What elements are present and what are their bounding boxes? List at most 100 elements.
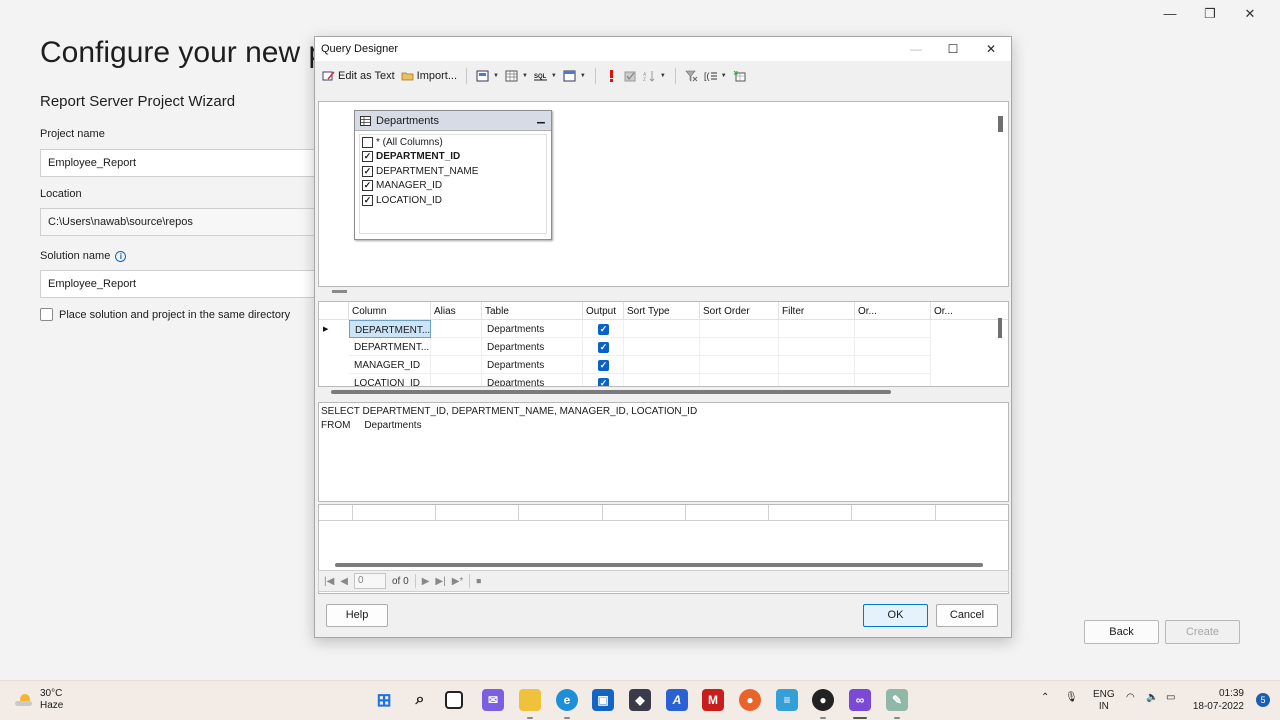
grid-cell-alias[interactable]	[431, 338, 482, 356]
back-button[interactable]: Back	[1084, 620, 1159, 644]
results-horizontal-scrollbar[interactable]	[335, 563, 983, 567]
checkbox-checked-icon[interactable]: ✓	[362, 151, 373, 163]
grid-cell-alias[interactable]	[431, 320, 482, 338]
grid-cell-alias[interactable]	[431, 356, 482, 374]
record-number-input[interactable]: 0	[354, 573, 386, 589]
same-directory-checkbox[interactable]	[40, 308, 53, 321]
minimize-icon[interactable]: —	[1150, 4, 1190, 24]
checkbox-checked-icon[interactable]: ✓	[362, 165, 373, 177]
file-explorer-icon[interactable]	[519, 689, 541, 711]
grid-cell-column[interactable]: LOCATION_ID	[349, 374, 431, 386]
ok-button[interactable]: OK	[863, 604, 928, 627]
grid-horizontal-scrollbar[interactable]	[331, 390, 891, 394]
column-header[interactable]: Sort Type	[624, 302, 700, 320]
output-checkbox-icon[interactable]: ✓	[598, 378, 609, 386]
last-record-icon[interactable]: ▶|	[435, 576, 445, 587]
column-item[interactable]: * (All Columns)	[360, 135, 546, 150]
column-header[interactable]: Or...	[855, 302, 931, 320]
verify-sql-button[interactable]	[621, 66, 640, 86]
column-item[interactable]: ✓ LOCATION_ID	[360, 193, 546, 208]
checkbox-checked-icon[interactable]: ✓	[362, 180, 373, 192]
obs-icon[interactable]: ●	[812, 689, 834, 711]
remove-filter-button[interactable]	[682, 66, 701, 86]
project-name-field[interactable]: Employee_Report	[40, 149, 340, 177]
edge-icon[interactable]: e	[556, 689, 578, 711]
close-icon[interactable]: ✕	[972, 37, 1010, 61]
close-icon[interactable]: ✕	[1230, 4, 1270, 24]
grid-scrollbar-thumb[interactable]	[998, 318, 1002, 338]
cancel-button[interactable]: Cancel	[936, 604, 998, 627]
grid-cell-filter[interactable]	[779, 320, 855, 338]
grid-cell-filter[interactable]	[779, 374, 855, 386]
grid-cell-or[interactable]	[855, 338, 931, 356]
wifi-icon[interactable]: ◠	[1126, 692, 1135, 703]
grid-cell-sort-order[interactable]	[700, 320, 779, 338]
store-icon[interactable]: ▣	[592, 689, 614, 711]
chevron-up-icon[interactable]: ⌃	[1041, 692, 1049, 703]
help-button[interactable]: Help	[326, 604, 388, 627]
info-icon[interactable]: i	[115, 251, 127, 262]
grid-pane-toggle[interactable]: ▼	[502, 66, 531, 86]
add-table-button[interactable]	[730, 66, 749, 86]
column-item[interactable]: ✓ DEPARTMENT_NAME	[360, 164, 546, 179]
same-directory-option[interactable]: Place solution and project in the same d…	[40, 308, 290, 321]
checkbox-checked-icon[interactable]: ✓	[362, 194, 373, 206]
diagram-pane[interactable]: Departments ▁ * (All Columns) ✓ DEPARTMEN…	[318, 101, 1009, 287]
stop-icon[interactable]: ⏹	[476, 576, 481, 587]
grid-cell-column[interactable]: MANAGER_ID	[349, 356, 431, 374]
grid-cell-sort-type[interactable]	[624, 338, 700, 356]
grid-cell-sort-order[interactable]	[700, 374, 779, 386]
import-button[interactable]: Import...	[398, 66, 460, 86]
checkbox[interactable]	[362, 136, 373, 148]
visual-studio-icon[interactable]: ∞	[849, 689, 871, 711]
grid-cell-or[interactable]	[855, 320, 931, 338]
sql-pane-toggle[interactable]: SQL ▼	[531, 66, 560, 86]
output-checkbox-icon[interactable]: ✓	[598, 342, 609, 353]
mcafee-icon[interactable]: M	[702, 689, 724, 711]
create-button[interactable]: Create	[1165, 620, 1240, 644]
pane-splitter[interactable]	[332, 290, 347, 293]
system-clock[interactable]: 01:39 18-07-2022	[1193, 687, 1244, 713]
notepad-icon[interactable]: ≡	[776, 689, 798, 711]
location-field[interactable]: C:\Users\nawab\source\repos	[40, 208, 340, 236]
grid-cell-table[interactable]: Departments	[482, 374, 583, 386]
windows-start-icon[interactable]: ⊞	[373, 689, 395, 711]
sort-button[interactable]: A Z ▼	[640, 66, 669, 86]
grid-cell-or[interactable]	[855, 356, 931, 374]
group-by-button[interactable]: [(▼	[701, 66, 730, 86]
first-record-icon[interactable]: |◀	[324, 576, 334, 587]
column-header[interactable]: Output	[583, 302, 624, 320]
grid-cell-table[interactable]: Departments	[482, 356, 583, 374]
diagram-pane-toggle[interactable]: ▼	[473, 66, 502, 86]
column-header[interactable]: Table	[482, 302, 583, 320]
grid-cell-output[interactable]: ✓	[583, 338, 624, 356]
grid-cell-sort-type[interactable]	[624, 374, 700, 386]
run-button[interactable]	[602, 66, 621, 86]
table-header[interactable]: Departments	[355, 111, 551, 131]
maximize-icon[interactable]: ☐	[934, 37, 972, 61]
diagram-scrollbar[interactable]	[995, 106, 1007, 282]
column-header[interactable]: Sort Order	[700, 302, 779, 320]
chat-icon[interactable]: ✉	[482, 689, 504, 711]
edit-as-text-button[interactable]: Edit as Text	[319, 66, 398, 86]
scrollbar-thumb[interactable]	[998, 116, 1003, 132]
results-pane-toggle[interactable]: ▼	[560, 66, 589, 86]
search-icon[interactable]: ⌕	[409, 689, 431, 711]
column-header[interactable]: Alias	[431, 302, 482, 320]
grid-cell-filter[interactable]	[779, 338, 855, 356]
column-item[interactable]: ✓ DEPARTMENT_ID	[360, 150, 546, 165]
language-indicator[interactable]: ENG IN	[1093, 689, 1115, 713]
grid-cell-output[interactable]: ✓	[583, 356, 624, 374]
grid-cell-column[interactable]: DEPARTMENT...	[349, 338, 431, 356]
criteria-grid[interactable]: Column Alias Table Output Sort Type Sort…	[318, 301, 1009, 387]
firefox-icon[interactable]: ●	[739, 689, 761, 711]
departments-table-box[interactable]: Departments ▁ * (All Columns) ✓ DEPARTMEN…	[354, 110, 552, 240]
grid-cell-sort-type[interactable]	[624, 320, 700, 338]
weather-widget[interactable]: 30°C Haze	[14, 688, 63, 712]
new-record-icon[interactable]: ▶*	[452, 576, 464, 587]
sql-pane[interactable]: SELECT DEPARTMENT_ID, DEPARTMENT_NAME, M…	[318, 402, 1009, 502]
grid-cell-or[interactable]	[855, 374, 931, 386]
grid-cell-sort-type[interactable]	[624, 356, 700, 374]
grid-cell-filter[interactable]	[779, 356, 855, 374]
grid-cell-output[interactable]: ✓	[583, 320, 624, 338]
